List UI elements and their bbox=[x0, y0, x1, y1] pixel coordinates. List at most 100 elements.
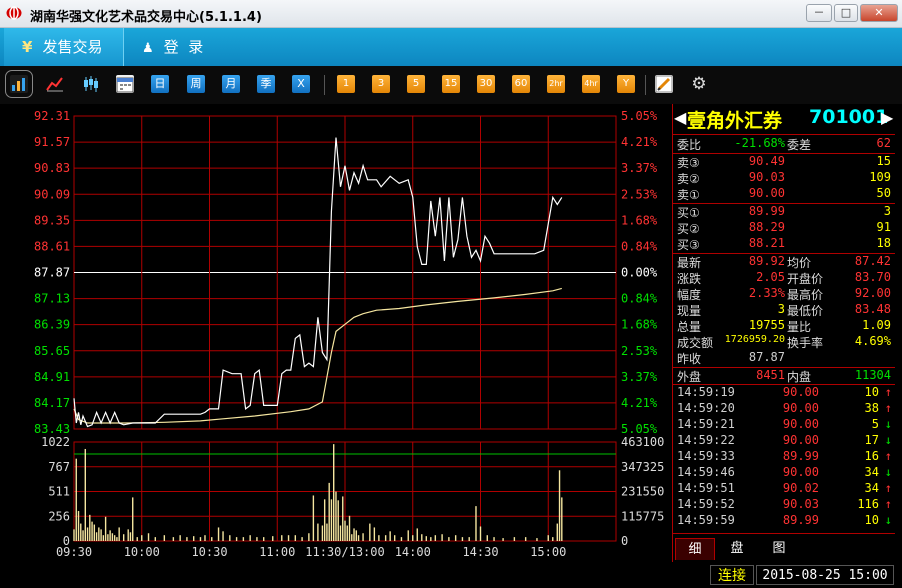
tick-volume: 10 bbox=[864, 385, 879, 399]
title-bar: 湖南华强文化艺术品交易中心(5.1.1.4) － □ ✕ bbox=[0, 0, 902, 28]
tick-row[interactable]: 14:59:19 90.00 10 ↑ bbox=[673, 385, 895, 401]
calendar-icon[interactable] bbox=[116, 75, 134, 93]
tick-price: 90.00 bbox=[782, 433, 819, 447]
minute-button-15[interactable]: 15 bbox=[442, 75, 460, 93]
time-axis-label: 11:00 bbox=[259, 545, 295, 559]
tick-time: 14:59:33 bbox=[677, 449, 735, 463]
up-arrow-icon: ↑ bbox=[884, 481, 892, 495]
tick-time: 14:59:46 bbox=[677, 465, 735, 479]
tick-price: 90.00 bbox=[782, 417, 819, 431]
minimize-button[interactable]: － bbox=[806, 4, 832, 22]
year-button[interactable]: Y bbox=[617, 75, 635, 93]
tick-row[interactable]: 14:59:59 89.99 10 ↓ bbox=[673, 513, 895, 529]
price-tick-label: 83.43 bbox=[34, 422, 70, 436]
pct-tick-label: 4.21% bbox=[621, 396, 658, 410]
prev-security-button[interactable]: ◀ bbox=[674, 108, 686, 127]
outer-value: 8451 bbox=[756, 368, 785, 382]
bid-row[interactable]: 买② 88.29 91 bbox=[673, 220, 895, 236]
pct-tick-label: 4.21% bbox=[621, 135, 658, 149]
candlestick-icon[interactable] bbox=[82, 75, 100, 93]
stat-row: 成交额 1726959.20 换手率 4.69% bbox=[673, 334, 895, 350]
weibi-label: 委比 bbox=[677, 138, 702, 152]
price-tick-label: 88.61 bbox=[34, 239, 70, 253]
maximize-button[interactable]: □ bbox=[834, 4, 858, 22]
tab-chart[interactable]: 图 bbox=[759, 538, 799, 560]
stat-row: 涨跌 2.05 开盘价 83.70 bbox=[673, 270, 895, 286]
tick-row[interactable]: 14:59:21 90.00 5 ↓ bbox=[673, 417, 895, 433]
tick-row[interactable]: 14:59:52 90.03 116 ↑ bbox=[673, 497, 895, 513]
down-arrow-icon: ↓ bbox=[884, 433, 892, 447]
period-button-week[interactable]: 周 bbox=[187, 75, 205, 93]
minute-button-2hr[interactable]: 2hr bbox=[547, 75, 565, 93]
ask-row[interactable]: 卖③ 90.49 15 bbox=[673, 154, 895, 170]
bid-price: 89.99 bbox=[748, 204, 785, 218]
volume-tick-label-right: 347325 bbox=[621, 460, 664, 474]
volume-tick-label: 1022 bbox=[41, 435, 70, 449]
bar-chart-icon[interactable] bbox=[5, 70, 33, 98]
volume-tick-label: 256 bbox=[48, 509, 70, 523]
bid-row[interactable]: 买① 89.99 3 bbox=[673, 204, 895, 220]
line-chart-icon[interactable] bbox=[46, 75, 64, 93]
quote-panel: ◀ 壹角外汇券 701001 ▶ 委比 -21.68% 委差 62 卖③ 90.… bbox=[672, 104, 895, 562]
inner-value: 11304 bbox=[854, 368, 891, 382]
tick-volume: 34 bbox=[864, 481, 879, 495]
minute-button-3[interactable]: 3 bbox=[372, 75, 390, 93]
bid-volume: 91 bbox=[876, 220, 891, 234]
tick-row[interactable]: 14:59:51 90.02 34 ↑ bbox=[673, 481, 895, 497]
intraday-chart[interactable]: 92.31 5.05% 91.57 4.21% 90.83 3.37% 90.09 2.53%… bbox=[0, 104, 672, 562]
stat-row: 现量 3 最低价 83.48 bbox=[673, 302, 895, 318]
minute-button-1[interactable]: 1 bbox=[337, 75, 355, 93]
tab-issue-trading[interactable]: ¥ 发售交易 bbox=[4, 28, 124, 66]
bid-price: 88.29 bbox=[748, 220, 785, 234]
time-axis-label: 10:00 bbox=[124, 545, 160, 559]
tick-time: 14:59:22 bbox=[677, 433, 735, 447]
ask-price: 90.03 bbox=[748, 170, 785, 184]
status-datetime: 2015-08-25 15:00 bbox=[756, 565, 894, 585]
gear-icon[interactable]: ⚙ bbox=[690, 75, 708, 93]
connection-status[interactable]: 连接 bbox=[710, 565, 754, 585]
period-button-month[interactable]: 月 bbox=[222, 75, 240, 93]
chart-svg[interactable]: 92.31 5.05% 91.57 4.21% 90.83 3.37% 90.09 2.53%… bbox=[0, 104, 672, 562]
tab-book[interactable]: 盘 bbox=[717, 538, 757, 560]
tick-time: 14:59:59 bbox=[677, 513, 735, 527]
tick-row[interactable]: 14:59:46 90.00 34 ↓ bbox=[673, 465, 895, 481]
nav-bar: ¥ 发售交易 ♟ 登 录 bbox=[0, 28, 902, 66]
minute-button-60[interactable]: 60 bbox=[512, 75, 530, 93]
tab-login[interactable]: ♟ 登 录 bbox=[140, 28, 230, 66]
price-tick-label: 86.39 bbox=[34, 318, 70, 332]
pen-icon[interactable] bbox=[655, 75, 673, 93]
stat-row: 幅度 2.33% 最高价 92.00 bbox=[673, 286, 895, 302]
ask-row[interactable]: 卖② 90.03 109 bbox=[673, 170, 895, 186]
bid-row[interactable]: 买③ 88.21 18 bbox=[673, 236, 895, 252]
tick-price: 90.00 bbox=[782, 401, 819, 415]
minute-button-30[interactable]: 30 bbox=[477, 75, 495, 93]
ask-row[interactable]: 卖① 90.00 50 bbox=[673, 186, 895, 202]
tick-time: 14:59:51 bbox=[677, 481, 735, 495]
period-button-quarter[interactable]: 季 bbox=[257, 75, 275, 93]
pct-tick-label: 0.84% bbox=[621, 239, 658, 253]
tick-price: 90.00 bbox=[782, 385, 819, 399]
ask-label: 卖③ bbox=[677, 156, 700, 170]
tick-price: 90.00 bbox=[782, 465, 819, 479]
tick-time: 14:59:52 bbox=[677, 497, 735, 511]
close-button[interactable]: ✕ bbox=[860, 4, 898, 22]
minute-button-5[interactable]: 5 bbox=[407, 75, 425, 93]
pct-tick-label: 3.37% bbox=[621, 161, 658, 175]
stat-label: 最新 bbox=[677, 256, 702, 270]
tab-detail[interactable]: 细 bbox=[675, 538, 715, 560]
ask-volume: 109 bbox=[869, 170, 891, 184]
period-button-x[interactable]: X bbox=[292, 75, 310, 93]
tick-volume: 5 bbox=[871, 417, 879, 431]
tick-price: 89.99 bbox=[782, 513, 819, 527]
stat-row: 总量 19755 量比 1.09 bbox=[673, 318, 895, 334]
tick-row[interactable]: 14:59:33 89.99 16 ↑ bbox=[673, 449, 895, 465]
tick-row[interactable]: 14:59:20 90.00 38 ↑ bbox=[673, 401, 895, 417]
period-button-day[interactable]: 日 bbox=[151, 75, 169, 93]
stat-value-2: 92.00 bbox=[854, 286, 891, 300]
up-arrow-icon: ↑ bbox=[884, 449, 892, 463]
tick-row[interactable]: 14:59:22 90.00 17 ↓ bbox=[673, 433, 895, 449]
tick-price: 90.02 bbox=[782, 481, 819, 495]
next-security-button[interactable]: ▶ bbox=[881, 108, 893, 127]
minute-button-4hr[interactable]: 4hr bbox=[582, 75, 600, 93]
outer-inner-row: 外盘 8451 内盘 11304 bbox=[673, 368, 895, 384]
